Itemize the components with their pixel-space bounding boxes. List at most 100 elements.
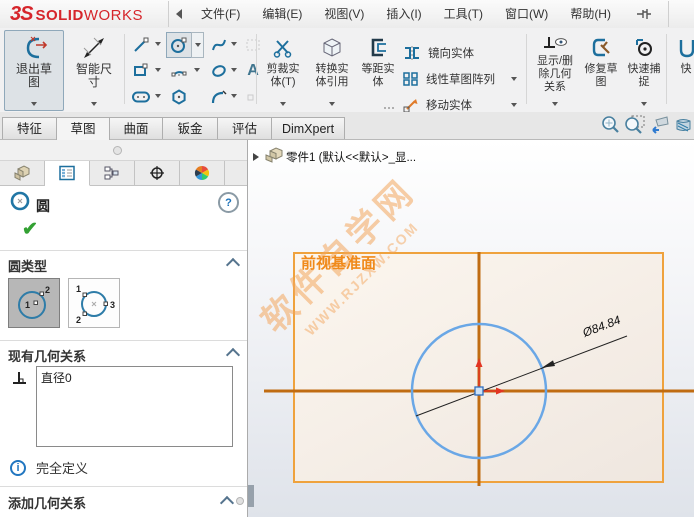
menu-tools[interactable]: 工具(T)	[433, 1, 494, 28]
fillet-icon	[211, 90, 227, 104]
slot-tool-button[interactable]	[128, 84, 154, 110]
relation-item[interactable]: 直径0	[37, 367, 232, 388]
linear-pattern-dropdown[interactable]	[508, 67, 519, 91]
ellipse-tool-dropdown[interactable]	[228, 58, 239, 82]
menu-window[interactable]: 窗口(W)	[494, 1, 559, 28]
previous-view-icon[interactable]	[648, 115, 670, 136]
tab-dimxpert[interactable]: DimXpert	[271, 117, 345, 139]
arc-tool-dropdown[interactable]	[191, 58, 202, 82]
arc-tool-button[interactable]	[166, 58, 192, 84]
panel-scroll-dot[interactable]	[236, 497, 244, 505]
menu-file[interactable]: 文件(F)	[190, 1, 251, 28]
relations-eye-icon	[541, 33, 569, 55]
text-tool-icon: A	[247, 62, 259, 79]
section-view-icon[interactable]	[673, 115, 694, 136]
toolbar-grip-dots	[384, 107, 394, 109]
dimension-leader-line[interactable]	[415, 335, 628, 417]
rectangle-tool-button[interactable]	[128, 58, 154, 84]
rapid-sketch-button-partial[interactable]: 快	[670, 30, 694, 111]
quick-snaps-button[interactable]: 快速捕捉	[622, 30, 666, 111]
section-add-relations: 添加几何关系	[8, 496, 87, 511]
center-circle-type-button[interactable]: 1 2	[8, 278, 60, 328]
section-existing-relations: 现有几何关系	[8, 349, 87, 364]
line-tool-dropdown[interactable]	[152, 32, 163, 56]
circle-tool-button[interactable]	[166, 32, 192, 58]
title-bar: 3S SOLID WORKS 文件(F) 编辑(E) 视图(V) 插入(I) 工…	[0, 0, 694, 29]
exit-sketch-dropdown[interactable]	[31, 102, 37, 106]
existing-relations-listbox[interactable]: 直径0	[36, 366, 233, 447]
pin-menu-icon[interactable]	[636, 7, 652, 21]
panel-splitter-handle[interactable]	[113, 146, 122, 155]
menu-view[interactable]: 视图(V)	[313, 1, 375, 28]
trim-entities-button[interactable]: 剪裁实体(T)	[259, 30, 307, 111]
tab-featuremanager-tree[interactable]	[0, 161, 45, 186]
fillet-tool-dropdown[interactable]	[228, 84, 239, 108]
convert-entities-button[interactable]: 转换实体引用	[308, 30, 356, 111]
line-tool-button[interactable]	[128, 32, 154, 58]
ok-button[interactable]: ✔	[22, 218, 38, 241]
display-relations-dropdown[interactable]	[552, 102, 558, 106]
logo-works-text: WORKS	[83, 6, 143, 24]
divider	[0, 250, 247, 251]
collapse-chevron-existing-relations[interactable]	[225, 347, 241, 363]
repair-sketch-button[interactable]: 修复草图	[580, 30, 622, 111]
smart-dimension-icon	[81, 33, 107, 63]
zoom-to-area-icon[interactable]	[624, 115, 645, 136]
smart-dimension-button[interactable]: 智能尺寸	[66, 30, 122, 111]
tab-evaluate[interactable]: 评估	[217, 117, 272, 139]
logo-solid-text: SOLID	[35, 6, 84, 24]
center-circle-icon: 1 2	[18, 285, 50, 319]
repair-sketch-icon	[589, 33, 613, 63]
menu-help[interactable]: 帮助(H)	[559, 1, 622, 28]
menu-insert[interactable]: 插入(I)	[375, 1, 432, 28]
exit-sketch-icon	[19, 33, 49, 63]
perimeter-circle-type-button[interactable]: 1 2 3	[68, 278, 120, 328]
tab-sheet-metal[interactable]: 钣金	[162, 117, 218, 139]
collapse-chevron-circle-type[interactable]	[225, 257, 241, 273]
tab-features[interactable]: 特征	[2, 117, 57, 139]
dimension-value[interactable]: Ø84.84	[580, 313, 623, 341]
menu-edit[interactable]: 编辑(E)	[251, 1, 313, 28]
tab-sketch[interactable]: 草图	[56, 117, 110, 140]
origin-x-arrowhead	[496, 387, 505, 395]
trim-entities-dropdown[interactable]	[280, 102, 286, 106]
target-icon	[150, 166, 164, 180]
perimeter-circle-icon: 1 2 3	[76, 284, 115, 325]
collapse-chevron-add-relations[interactable]	[219, 495, 235, 511]
display-delete-relations-button[interactable]: 显示/删除几何关系	[530, 30, 580, 111]
offset-entities-button[interactable]: 等距实体	[356, 30, 400, 111]
mirror-entities-button[interactable]: 镜向实体	[402, 42, 474, 64]
polygon-tool-button[interactable]	[166, 84, 192, 110]
linear-sketch-pattern-button[interactable]: 线性草图阵列	[402, 68, 495, 90]
slot-tool-dropdown[interactable]	[152, 84, 163, 108]
graphics-area[interactable]: 零件1 (默认<<默认>_显... 软件自学网 WWW.RJZXW.COM 前视…	[248, 140, 694, 517]
circle-center-point[interactable]	[474, 386, 484, 396]
quick-snaps-icon	[632, 33, 656, 63]
help-button[interactable]: ?	[218, 192, 239, 213]
rapid-sketch-icon	[676, 33, 694, 63]
part-icon	[14, 165, 30, 181]
circle-feature-icon	[9, 190, 31, 217]
quick-snaps-dropdown[interactable]	[641, 102, 647, 106]
configuration-icon	[104, 166, 119, 180]
svg-text:1: 1	[25, 300, 30, 310]
smart-dimension-dropdown[interactable]	[91, 102, 97, 106]
convert-entities-dropdown[interactable]	[329, 102, 335, 106]
menu-collapse-icon[interactable]	[176, 9, 182, 19]
zoom-to-fit-icon[interactable]	[600, 115, 621, 136]
tab-dimxpertmanager[interactable]	[135, 161, 180, 186]
spline-tool-dropdown[interactable]	[228, 32, 239, 56]
svg-text:1: 1	[76, 284, 81, 294]
rectangle-tool-dropdown[interactable]	[152, 58, 163, 82]
tab-surfaces[interactable]: 曲面	[109, 117, 163, 139]
relations-icon	[10, 370, 30, 393]
viewport-edge-handle[interactable]	[248, 485, 254, 507]
logo-3s-glyph: 3S	[10, 2, 33, 25]
tab-displaymanager[interactable]	[180, 161, 225, 186]
tab-propertymanager[interactable]	[45, 161, 90, 186]
circle-tool-dropdown[interactable]	[191, 32, 204, 58]
front-plane-label: 前视基准面	[301, 255, 377, 272]
origin-y-arrowhead	[475, 358, 483, 367]
exit-sketch-button[interactable]: 退出草图	[4, 30, 64, 111]
tab-configurationmanager[interactable]	[90, 161, 135, 186]
